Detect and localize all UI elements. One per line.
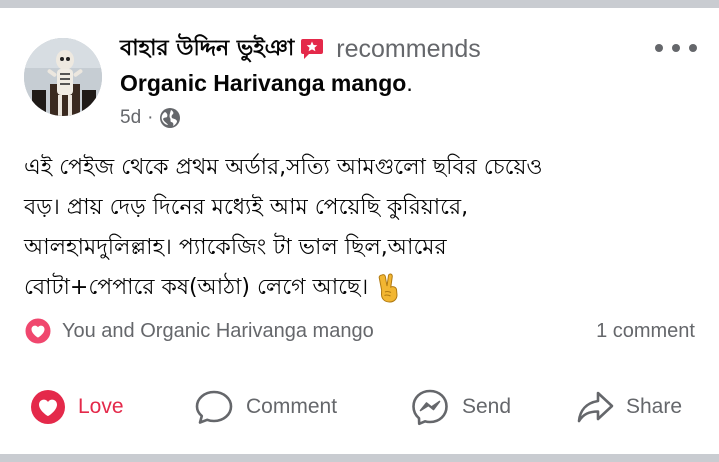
post-body: এই পেইজ থেকে প্রথম অর্ডার,সত্যি আমগুলো ছ… [24,148,704,308]
globe-icon [160,108,181,128]
share-icon [577,391,614,423]
post-meta: 5d · [120,106,181,130]
post-text-line: এই পেইজ থেকে প্রথম অর্ডার,সত্যি আমগুলো ছ… [24,155,543,180]
avatar[interactable] [24,38,102,116]
send-button[interactable]: Send [410,382,511,432]
post-text-line: বোটা+পেপারে কষ(আঠা) লেগে আছে। [24,275,369,300]
post-text-line: আলহামদুলিল্লাহ। প্যাকেজিং টা ভাল ছিল,আমে… [24,235,447,260]
reactions-summary[interactable]: You and Organic Harivanga mango [24,316,374,346]
post-text-line: বড়। প্রায় দেড় দিনের মধ্যেই আম পেয়েছি… [24,195,469,220]
dot [655,44,663,52]
love-button[interactable]: Love [30,382,124,432]
avatar-image [24,38,102,116]
dot [672,44,680,52]
comment-label: Comment [246,395,338,418]
send-label: Send [462,395,512,418]
share-button[interactable]: Share [576,382,682,432]
comment-icon [195,390,233,424]
recommends-label: recommends [336,34,481,63]
recommends-icon [300,38,324,60]
post-time[interactable]: 5d [120,107,141,129]
recommended-page-link[interactable]: Organic Harivanga mango. [120,70,413,97]
author-name[interactable]: বাহার উদ্দিন ভুইঞা [120,31,294,68]
comments-count[interactable]: 1 comment [596,316,695,346]
reactions-text: You and Organic Harivanga mango [62,319,374,342]
meta-separator: · [147,107,154,128]
action-bar: Love Comment Send Share [0,382,719,432]
love-label: Love [78,395,124,418]
share-label: Share [626,395,683,418]
more-options-icon[interactable] [655,38,697,58]
love-icon [31,390,65,424]
comment-button[interactable]: Comment [194,382,337,432]
love-reaction-icon [24,317,52,345]
post-text-line-last: বোটা+পেপারে কষ(আঠা) লেগে আছে। [24,268,704,308]
post-header-line: বাহার উদ্দিন ভুইঞা recommends [120,32,481,66]
victory-hand-emoji [378,273,398,303]
messenger-icon [412,389,448,426]
page-name-suffix: . [406,70,413,96]
dot [689,44,697,52]
post-card: বাহার উদ্দিন ভুইঞা recommends Organic Ha… [0,8,719,454]
page-name[interactable]: Organic Harivanga mango [120,70,406,96]
